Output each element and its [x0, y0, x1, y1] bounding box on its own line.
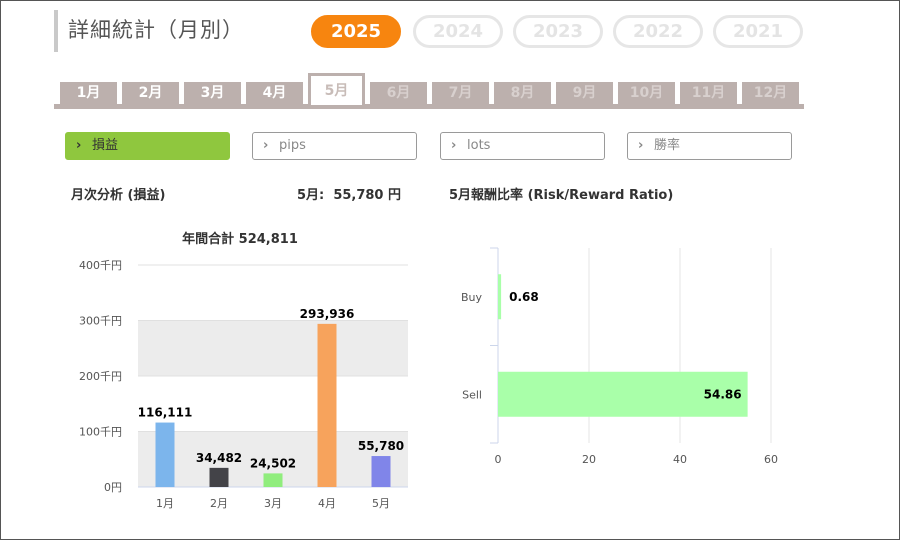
x-tick-label: 40	[673, 453, 687, 466]
bar-value-label: 34,482	[196, 451, 242, 465]
filter-label: lots	[467, 138, 491, 153]
app-frame: 詳細統計（月別） 2025 2024 2023 2022 2021 1月 2月 3月 4月 5月…	[0, 0, 900, 540]
y-tick-label: 400千円	[79, 259, 122, 272]
x-tick-label: 5月	[372, 497, 390, 510]
chevron-right-icon: ›	[451, 138, 457, 153]
filter-label: 勝率	[654, 138, 681, 153]
bar-3	[263, 473, 283, 487]
y-tick-label: Buy	[461, 291, 483, 304]
bar-value-label: 293,936	[300, 307, 355, 321]
bar-value-label: 24,502	[250, 456, 296, 470]
x-tick-label: 1月	[156, 497, 174, 510]
filter-label: pips	[279, 138, 306, 153]
x-tick-label: 60	[764, 453, 778, 466]
x-tick-label: 4月	[318, 497, 336, 510]
tab-month-7: 7月	[432, 82, 489, 105]
winrate-filter-button[interactable]: › 勝率	[627, 132, 792, 160]
bar-value-label: 54.86	[704, 387, 742, 401]
y-tick-label: Sell	[462, 388, 482, 401]
bar-value-label: 116,111	[138, 406, 193, 420]
x-tick-label: 20	[582, 453, 596, 466]
chevron-right-icon: ›	[76, 138, 82, 153]
x-tick-label: 3月	[264, 497, 282, 510]
left-panel-heading: 月次分析 (損益)	[71, 188, 166, 203]
month-total: 5月: 55,780 円	[297, 184, 401, 203]
year-2023[interactable]: 2023	[513, 15, 603, 48]
bar-2	[209, 467, 229, 487]
bar-value-label: 0.68	[509, 290, 539, 304]
bar-4	[317, 323, 337, 487]
month-total-prefix: 5月:	[297, 188, 325, 203]
tab-month-11: 11月	[680, 82, 737, 105]
chevron-right-icon: ›	[263, 138, 269, 153]
y-tick-label: 300千円	[79, 315, 122, 328]
tab-month-4[interactable]: 4月	[246, 82, 303, 105]
month-tabs: 1月 2月 3月 4月 5月 6月 7月 8月 9月 10月 11月 12月	[54, 73, 804, 109]
month-total-value: 55,780 円	[333, 188, 402, 203]
filter-label: 損益	[92, 138, 119, 153]
chevron-right-icon: ›	[638, 138, 644, 153]
bar-1	[155, 422, 175, 487]
bar-5	[371, 456, 391, 487]
pips-filter-button[interactable]: › pips	[252, 132, 417, 160]
bar-buy	[498, 274, 502, 320]
tab-month-10: 10月	[618, 82, 675, 105]
tab-month-3[interactable]: 3月	[184, 82, 241, 105]
tab-month-5[interactable]: 5月	[308, 73, 365, 105]
tab-month-9: 9月	[556, 82, 613, 105]
year-2024[interactable]: 2024	[413, 15, 503, 48]
risk-reward-chart: 0 20 40 60 Buy 0.68 Sell 54.86	[461, 247, 778, 466]
monthly-pl-chart: 年間合計 524,811 0円 100千円 200千円 300千円 400千円 116,11…	[79, 231, 408, 510]
page-title: 詳細統計（月別）	[68, 18, 244, 42]
tab-month-8: 8月	[494, 82, 551, 105]
tab-month-6: 6月	[370, 82, 427, 105]
y-tick-label: 0円	[104, 481, 122, 494]
bar-value-label: 55,780	[358, 439, 404, 453]
x-tick-label: 0	[495, 453, 502, 466]
chart-title: 年間合計 524,811	[182, 231, 298, 247]
y-tick-label: 100千円	[79, 426, 122, 439]
grid-band	[138, 320, 408, 376]
tab-month-12: 12月	[742, 82, 799, 105]
tab-month-1[interactable]: 1月	[60, 82, 117, 105]
year-2021[interactable]: 2021	[713, 15, 803, 48]
right-panel-heading: 5月報酬比率 (Risk/Reward Ratio)	[449, 188, 674, 203]
y-tick-label: 200千円	[79, 370, 122, 383]
lots-filter-button[interactable]: › lots	[440, 132, 605, 160]
profit-filter-button[interactable]: › 損益	[65, 132, 230, 160]
page-title-bar: 詳細統計（月別）	[54, 10, 244, 52]
tab-month-2[interactable]: 2月	[122, 82, 179, 105]
year-2025[interactable]: 2025	[311, 15, 401, 48]
year-2022[interactable]: 2022	[613, 15, 703, 48]
x-tick-label: 2月	[210, 497, 228, 510]
